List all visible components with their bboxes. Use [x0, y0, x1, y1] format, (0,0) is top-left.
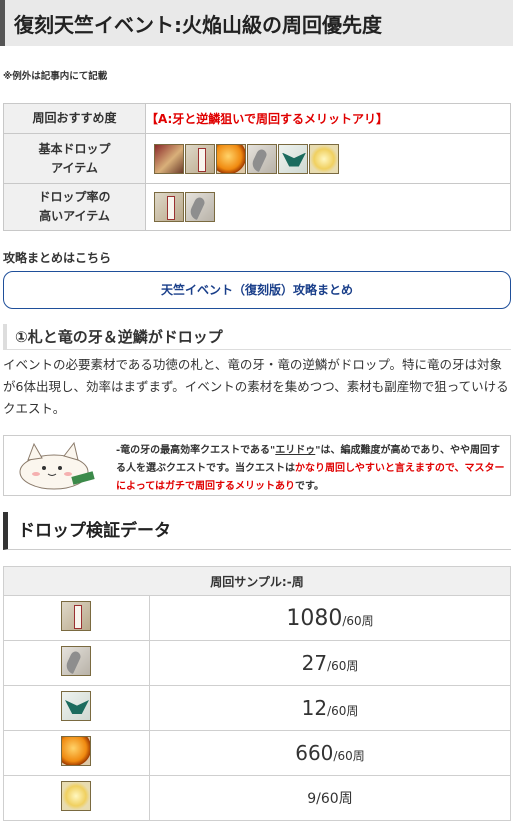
star-fragment-icon[interactable]	[309, 143, 339, 174]
guide-link-button[interactable]: 天竺イベント（復刻版）攻略まとめ	[3, 271, 511, 309]
basic-drop-head: 基本ドロップ アイテム	[3, 133, 146, 184]
high-rate-head-l1: ドロップ率の	[38, 190, 111, 204]
high-rate-head: ドロップ率の 高いアイテム	[3, 183, 146, 231]
high-rate-icons	[145, 183, 511, 231]
drop-count: 12	[301, 696, 328, 720]
table-row: 1080/60周	[3, 595, 511, 641]
page-title-bar: 復刻天竺イベント:火焔山級の周回優先度	[0, 0, 513, 46]
drop-table-header: 周回サンプル:-周	[3, 566, 511, 596]
section-heading-drops: ①札と竜の牙＆逆鱗がドロップ	[3, 324, 511, 350]
drop-count: 27	[301, 651, 328, 675]
drop-data-table: 周回サンプル:-周 1080/60周 27/60周 12/60周 660/60周…	[3, 566, 511, 821]
table-row: 27/60周	[3, 640, 511, 686]
drop-count: 660	[295, 741, 334, 765]
talisman-icon[interactable]	[185, 143, 215, 174]
dragon-fang-icon[interactable]	[185, 192, 215, 222]
balloon-text-part: です。	[295, 481, 324, 492]
drop-unit: /60周	[333, 749, 365, 763]
table-row: 9/60周	[3, 775, 511, 821]
table-row: 12/60周	[3, 685, 511, 731]
eridu-link[interactable]: エリドゥ	[275, 445, 315, 456]
drop-count: 9/60周	[307, 791, 353, 807]
section-body-text: イベントの必要素材である功徳の札と、竜の牙・竜の逆鱗がドロップ。特に竜の牙は対象…	[3, 357, 509, 416]
balloon-text: -竜の牙の最高効率クエストである"エリドゥ"は、編成難度が高めであり、やや周回す…	[116, 442, 506, 496]
dragon-scale-icon[interactable]	[278, 143, 308, 174]
drop-unit: /60周	[327, 659, 359, 673]
section-heading-verification: ドロップ検証データ	[3, 512, 511, 550]
talisman-icon[interactable]	[61, 601, 91, 631]
star-fragment-icon[interactable]	[61, 781, 91, 811]
dragon-fang-icon[interactable]	[247, 143, 277, 174]
gem-orb-icon[interactable]	[216, 143, 246, 174]
quest-info-table: 周回おすすめ度 【A:牙と逆鱗狙いで周回するメリットアリ】 基本ドロップ アイテム…	[3, 103, 511, 231]
talisman-icon[interactable]	[154, 192, 184, 222]
basic-drop-head-l1: 基本ドロップ	[38, 141, 111, 156]
recommendation-head: 周回おすすめ度	[3, 103, 146, 134]
page-title: 復刻天竺イベント:火焔山級の周回優先度	[14, 13, 382, 37]
guide-label: 攻略まとめはこちら	[3, 251, 112, 265]
basic-drop-icons	[145, 133, 511, 184]
gem-orb-icon[interactable]	[61, 736, 91, 766]
drop-unit: /60周	[342, 613, 374, 628]
basic-drop-head-l2: アイテム	[51, 160, 98, 175]
table-row: 660/60周	[3, 730, 511, 776]
monk-face-icon[interactable]	[154, 143, 184, 174]
cat-mascot-icon	[19, 441, 95, 490]
recommendation-value: 【A:牙と逆鱗狙いで周回するメリットアリ】	[145, 103, 511, 134]
drop-count: 1080	[286, 605, 343, 631]
high-rate-head-l2: 高いアイテム	[39, 209, 110, 223]
drop-unit: /60周	[327, 704, 359, 718]
exception-note: ※例外は記事内にて記載	[3, 71, 108, 82]
dragon-fang-icon[interactable]	[61, 646, 91, 676]
comment-balloon: -竜の牙の最高効率クエストである"エリドゥ"は、編成難度が高めであり、やや周回す…	[3, 435, 511, 496]
balloon-text-part: -竜の牙の最高効率クエストである"	[116, 445, 276, 456]
dragon-scale-icon[interactable]	[61, 691, 91, 721]
